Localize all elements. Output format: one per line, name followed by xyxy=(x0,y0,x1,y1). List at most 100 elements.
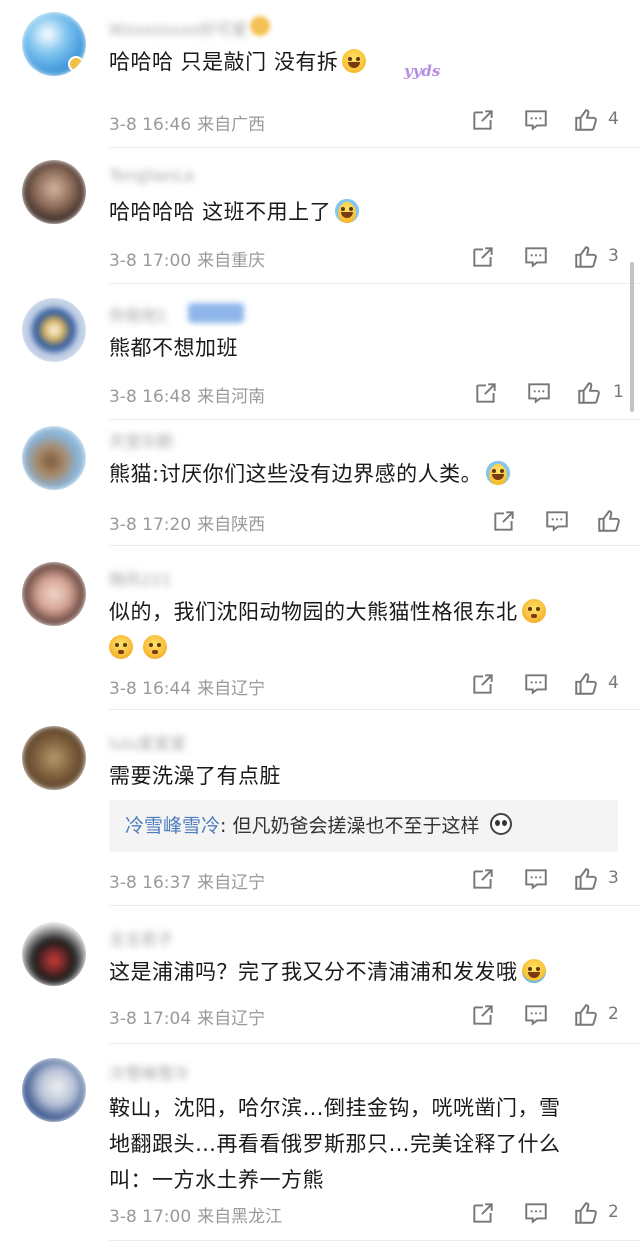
share-icon[interactable] xyxy=(473,380,499,406)
comment-icon[interactable] xyxy=(523,1200,549,1226)
like-count: 2 xyxy=(608,1004,619,1024)
share-icon[interactable] xyxy=(470,107,496,133)
username[interactable]: TonglianLa xyxy=(109,166,194,188)
share-icon[interactable] xyxy=(470,244,496,270)
comment-icon[interactable] xyxy=(523,1002,549,1028)
comment-text-content: 这是浦浦吗？完了我又分不清浦浦和发发哦 xyxy=(109,960,518,984)
comment-actions: 3 xyxy=(460,244,640,272)
thumbs-up-icon[interactable] xyxy=(573,1200,599,1226)
tears-of-joy-emoji xyxy=(335,199,360,223)
cry-emoji xyxy=(521,959,546,983)
share-icon[interactable] xyxy=(470,671,496,697)
avatar[interactable] xyxy=(22,426,86,490)
comment-location: 来自河南 xyxy=(197,387,266,407)
comment-date: 3-8 17:04 xyxy=(109,1009,192,1029)
username[interactable]: lulu爱爱爱 xyxy=(109,730,186,753)
comment-item: 冷雪峰雪冷 鞍山，沈阳，哈尔滨…倒挂金钩，咣咣凿门，雪 地翻跟头…再看看俄罗斯那… xyxy=(0,1044,640,1243)
vip-badge xyxy=(188,303,244,323)
comment-text: 这是浦浦吗？完了我又分不清浦浦和发发哦 xyxy=(109,954,600,990)
comment-item: 你我他1 熊都不想加班 3-8 16:48 来自河南 1 xyxy=(0,284,640,420)
comment-actions xyxy=(480,508,640,536)
comment-text-content: 熊猫:讨厌你们这些没有边界感的人类。 xyxy=(109,462,483,486)
avatar[interactable] xyxy=(22,1058,86,1122)
avatar[interactable] xyxy=(22,160,86,224)
comment-meta: 3-8 16:48 来自河南 xyxy=(109,382,265,407)
comment-item: TonglianLa 哈哈哈哈 这班不用上了 3-8 17:00 来自重庆 3 xyxy=(0,148,640,284)
comment-text: 似的，我们沈阳动物园的大熊猫性格很东北 xyxy=(109,594,600,666)
thumbs-up-icon[interactable] xyxy=(573,1002,599,1028)
avatar[interactable] xyxy=(22,12,86,76)
comment-meta: 3-8 17:20 来自陕西 xyxy=(109,510,265,535)
comment-line: 叫：一方水土养一方熊 xyxy=(109,1168,324,1192)
crown-icon xyxy=(250,16,270,36)
thumbs-up-icon[interactable] xyxy=(576,380,602,406)
reply-text: : 但凡奶爸会搓澡也不至于这样 xyxy=(220,815,480,837)
comment-text-content: 熊都不想加班 xyxy=(109,336,238,360)
thumbs-up-icon[interactable] xyxy=(573,671,599,697)
share-icon[interactable] xyxy=(470,866,496,892)
comment-text: 需要洗澡了有点脏 xyxy=(109,758,600,794)
like-count: 1 xyxy=(613,382,624,402)
comment-icon[interactable] xyxy=(544,508,570,534)
comment-line xyxy=(109,630,600,666)
comment-icon[interactable] xyxy=(523,244,549,270)
share-icon[interactable] xyxy=(470,1002,496,1028)
share-icon[interactable] xyxy=(470,1200,496,1226)
comment-location: 来自辽宁 xyxy=(197,679,266,699)
comment-meta: 3-8 16:44 来自辽宁 xyxy=(109,674,265,699)
comment-date: 3-8 16:46 xyxy=(109,115,192,135)
avatar[interactable] xyxy=(22,562,86,626)
avatar[interactable] xyxy=(22,922,86,986)
comment-location: 来自广西 xyxy=(197,115,266,135)
username[interactable]: Wxxxzxxxx好可爱 xyxy=(109,16,248,39)
like-count: 4 xyxy=(608,109,619,129)
reply-username[interactable]: 冷雪峰雪冷 xyxy=(125,815,220,837)
scrollbar[interactable] xyxy=(630,262,634,412)
comment-item: 言言若子 这是浦浦吗？完了我又分不清浦浦和发发哦 3-8 17:04 来自辽宁 2 xyxy=(0,906,640,1044)
share-icon[interactable] xyxy=(491,508,517,534)
comment-item: 随风221 似的，我们沈阳动物园的大熊猫性格很东北 3-8 16:44 来自辽宁 … xyxy=(0,546,640,710)
comment-location: 来自辽宁 xyxy=(197,1009,266,1029)
comment-meta: 3-8 17:04 来自辽宁 xyxy=(109,1004,265,1029)
username[interactable]: 言言若子 xyxy=(109,926,173,949)
comment-line: 似的，我们沈阳动物园的大熊猫性格很东北 xyxy=(109,594,600,630)
comment-item: Wxxxzxxxx好可爱 哈哈哈 只是敲门 没有拆 yyds 3-8 16:46… xyxy=(0,0,640,148)
comment-meta: 3-8 16:46 来自广西 xyxy=(109,110,265,135)
comment-text-content: 似的，我们沈阳动物园的大熊猫性格很东北 xyxy=(109,600,518,624)
comment-line: 地翻跟头…再看看俄罗斯那只…完美诠释了什么 xyxy=(109,1132,561,1156)
comment-line: 鞍山，沈阳，哈尔滨…倒挂金钩，咣咣凿门，雪 xyxy=(109,1096,561,1120)
comment-icon[interactable] xyxy=(526,380,552,406)
username[interactable]: 随风221 xyxy=(109,566,172,589)
comment-date: 3-8 16:48 xyxy=(109,387,192,407)
avatar[interactable] xyxy=(22,726,86,790)
thumbs-up-icon[interactable] xyxy=(573,866,599,892)
thumbs-up-icon[interactable] xyxy=(573,244,599,270)
comment-meta: 3-8 17:00 来自重庆 xyxy=(109,246,265,271)
comment-actions: 2 xyxy=(460,1200,640,1228)
thumbs-up-icon[interactable] xyxy=(596,508,622,534)
divider xyxy=(109,1240,640,1241)
shy-emoji xyxy=(521,599,546,623)
comment-icon[interactable] xyxy=(523,107,549,133)
comment-actions: 4 xyxy=(460,107,640,135)
comment-date: 3-8 17:00 xyxy=(109,251,192,271)
yyds-tag: yyds xyxy=(404,62,441,80)
reply-preview[interactable]: 冷雪峰雪冷: 但凡奶爸会搓澡也不至于这样 xyxy=(109,800,618,852)
comment-icon[interactable] xyxy=(523,866,549,892)
username[interactable]: 天堂灰鹤 xyxy=(109,428,173,451)
comment-actions: 2 xyxy=(460,1002,640,1030)
shy-emoji xyxy=(143,635,167,659)
comment-text: 熊猫:讨厌你们这些没有边界感的人类。 xyxy=(109,456,600,492)
like-count: 4 xyxy=(608,673,619,693)
avatar[interactable] xyxy=(22,298,86,362)
comment-icon[interactable] xyxy=(523,671,549,697)
username[interactable]: 冷雪峰雪冷 xyxy=(109,1060,189,1083)
grin-emoji xyxy=(342,49,367,73)
username[interactable]: 你我他1 xyxy=(109,302,167,325)
comment-text: 熊都不想加班 xyxy=(109,330,600,366)
tears-of-joy-emoji xyxy=(486,461,511,485)
thumbs-up-icon[interactable] xyxy=(573,107,599,133)
comment-meta: 3-8 16:37 来自辽宁 xyxy=(109,868,265,893)
panda-emoji xyxy=(489,813,512,835)
comment-date: 3-8 17:20 xyxy=(109,515,192,535)
